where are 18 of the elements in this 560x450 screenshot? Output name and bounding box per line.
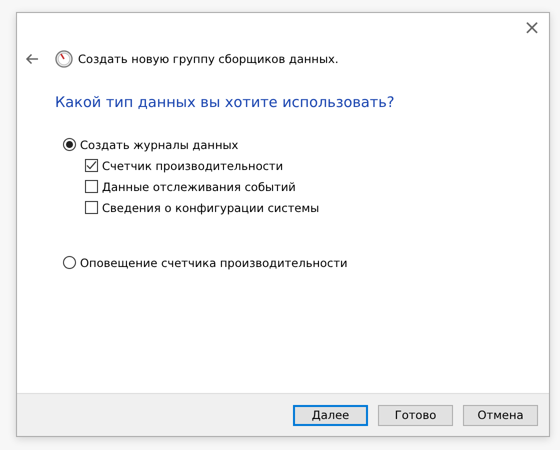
checkbox-option[interactable]: Данные отслеживания событий xyxy=(85,176,549,197)
window-title: Создать новую группу сборщиков данных. xyxy=(78,52,338,66)
radio-button[interactable] xyxy=(63,138,76,151)
radio-button[interactable] xyxy=(63,256,76,269)
radio-option[interactable]: Оповещение счетчика производительности xyxy=(63,252,549,273)
checkbox[interactable] xyxy=(85,180,98,193)
checkbox-option[interactable]: Счетчик производительности xyxy=(85,155,549,176)
close-button[interactable]: × xyxy=(515,13,549,41)
back-arrow-icon[interactable] xyxy=(25,53,39,65)
gauge-icon xyxy=(55,50,73,68)
radio-option[interactable]: Создать журналы данных xyxy=(63,134,549,155)
dialog-button[interactable]: Готово xyxy=(378,404,453,426)
checkbox[interactable] xyxy=(85,201,98,214)
question-heading: Какой тип данных вы хотите использовать? xyxy=(55,95,396,111)
dialog-button[interactable]: Далее xyxy=(293,404,368,426)
dialog-button[interactable]: Отмена xyxy=(463,404,538,426)
checkbox[interactable] xyxy=(85,159,98,172)
checkbox-option[interactable]: Сведения о конфигурации системы xyxy=(85,197,549,218)
